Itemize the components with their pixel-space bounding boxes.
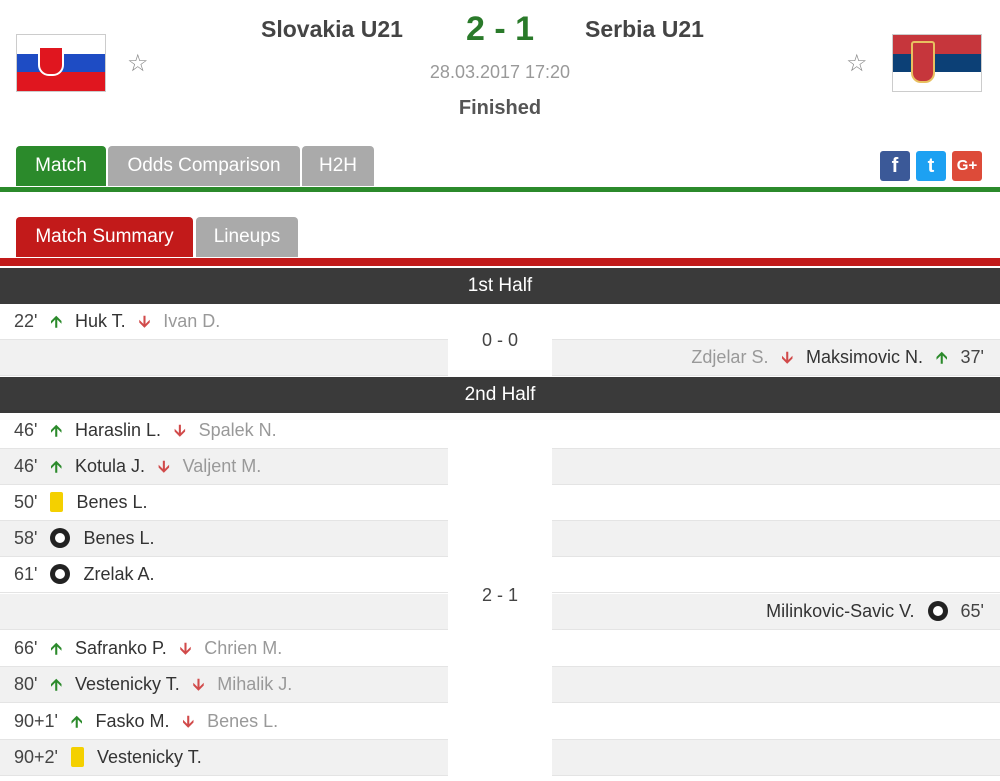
- event-minute: 66': [14, 638, 38, 658]
- twitter-share-icon[interactable]: t: [916, 151, 946, 181]
- goal-ball-icon: [927, 600, 948, 621]
- player-name[interactable]: Milinkovic-Savic V.: [766, 601, 914, 621]
- event-minute: 58': [14, 528, 38, 548]
- yellow-card-icon: [71, 746, 84, 767]
- sub-out-arrow-icon: 🡫: [138, 314, 151, 331]
- sub-in-arrow-icon: 🡩: [50, 314, 62, 331]
- event-minute: 50': [14, 492, 38, 512]
- first-half-score: 0 - 0: [449, 304, 551, 376]
- second-half-score-value: 2 - 1: [481, 585, 519, 605]
- player-in[interactable]: Fasko M.: [96, 711, 170, 731]
- google-plus-share-icon[interactable]: G+: [952, 151, 982, 181]
- player-out[interactable]: Chrien M.: [204, 638, 282, 658]
- away-favorite-star-icon[interactable]: ☆: [846, 52, 868, 76]
- away-flag: [892, 34, 982, 92]
- match-score: 2 - 1: [465, 10, 535, 48]
- sub-in-arrow-icon: 🡩: [50, 459, 62, 476]
- event-minute: 90+2': [14, 747, 58, 767]
- sub-out-arrow-icon: 🡫: [158, 459, 170, 476]
- sub-out-arrow-icon: 🡫: [174, 423, 186, 440]
- player-in[interactable]: Huk T.: [75, 311, 126, 331]
- goal-ball-icon: [50, 527, 71, 548]
- player-in[interactable]: Safranko P.: [75, 638, 167, 658]
- sub-in-arrow-icon: 🡩: [50, 423, 62, 440]
- subtab-match-summary[interactable]: Match Summary: [16, 217, 193, 257]
- player-in[interactable]: Kotula J.: [75, 456, 145, 476]
- facebook-share-icon[interactable]: f: [880, 151, 910, 181]
- goal-ball-icon: [50, 563, 71, 584]
- first-half-header: 1st Half: [0, 268, 1000, 304]
- match-status: Finished: [458, 97, 542, 119]
- event-minute: 46': [14, 456, 38, 476]
- sub-in-arrow-icon: 🡩: [50, 641, 62, 658]
- event-minute: 37': [960, 347, 984, 367]
- player-out[interactable]: Valjent M.: [183, 456, 262, 476]
- tab-match[interactable]: Match: [16, 146, 106, 186]
- first-half-score-value: 0 - 0: [481, 330, 519, 350]
- event-minute: 61': [14, 564, 38, 584]
- player-in[interactable]: Maksimovic N.: [806, 347, 923, 367]
- player-out[interactable]: Mihalik J.: [217, 674, 292, 694]
- event-minute: 65': [960, 601, 984, 621]
- player-name[interactable]: Vestenicky T.: [97, 747, 202, 767]
- player-out[interactable]: Zdjelar S.: [691, 347, 768, 367]
- sub-in-arrow-icon: 🡩: [936, 350, 948, 367]
- player-out[interactable]: Ivan D.: [163, 311, 220, 331]
- player-out[interactable]: Benes L.: [207, 711, 278, 731]
- player-name[interactable]: Benes L.: [77, 492, 148, 512]
- event-minute: 90+1': [14, 711, 58, 731]
- player-in[interactable]: Vestenicky T.: [75, 674, 180, 694]
- sub-out-arrow-icon: 🡫: [182, 714, 195, 731]
- second-half-header: 2nd Half: [0, 377, 1000, 413]
- sub-out-arrow-icon: 🡫: [192, 677, 205, 694]
- subtabs-underline: [0, 258, 1000, 266]
- event-minute: 46': [14, 420, 38, 440]
- event-minute: 22': [14, 311, 38, 331]
- player-in[interactable]: Haraslin L.: [75, 420, 161, 440]
- second-half-score: 2 - 1: [449, 413, 551, 781]
- player-name[interactable]: Benes L.: [84, 528, 155, 548]
- event-minute: 80': [14, 674, 38, 694]
- sub-out-arrow-icon: 🡫: [179, 641, 192, 658]
- yellow-card-icon: [50, 491, 64, 512]
- player-out[interactable]: Spalek N.: [199, 420, 277, 440]
- sub-in-arrow-icon: 🡩: [50, 677, 62, 694]
- tab-h2h[interactable]: H2H: [302, 146, 374, 186]
- tabs-underline: [0, 187, 1000, 192]
- sub-out-arrow-icon: 🡫: [781, 350, 793, 367]
- tab-odds-comparison[interactable]: Odds Comparison: [108, 146, 300, 186]
- subtab-lineups[interactable]: Lineups: [196, 217, 298, 257]
- sub-in-arrow-icon: 🡩: [71, 714, 83, 731]
- player-name[interactable]: Zrelak A.: [84, 564, 155, 584]
- away-team-name[interactable]: Serbia U21: [585, 16, 704, 43]
